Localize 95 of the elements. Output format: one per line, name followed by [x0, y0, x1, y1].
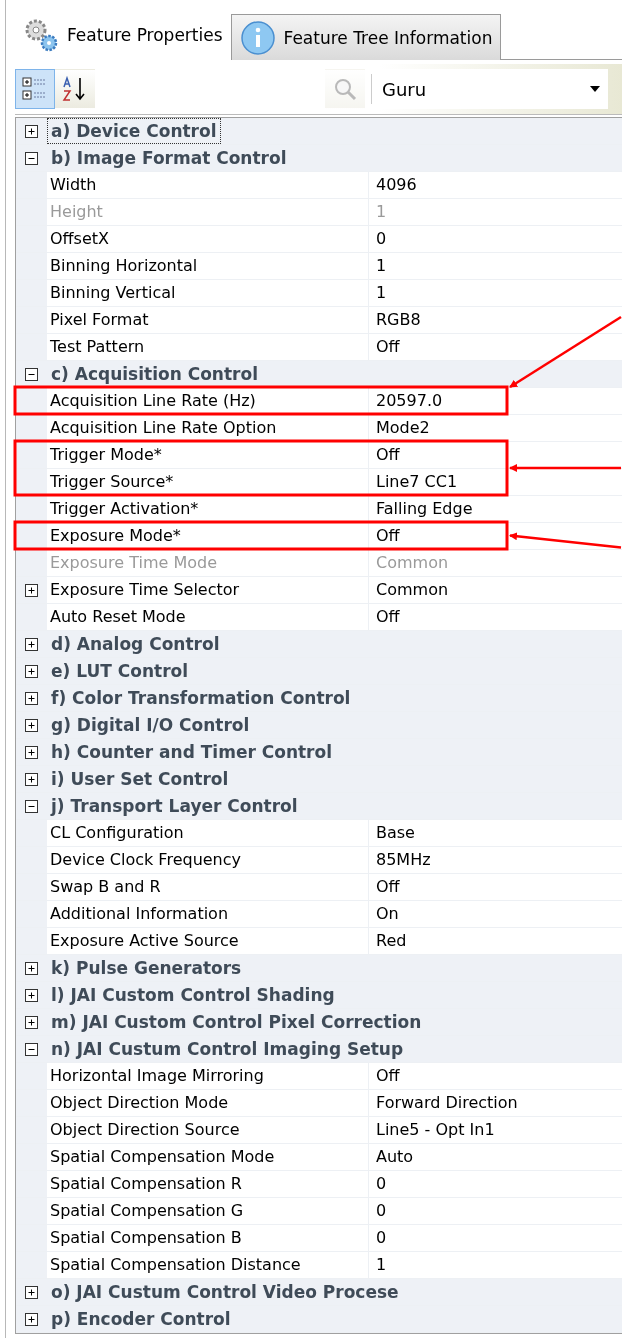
property-name: Acquisition Line Rate Option: [47, 415, 369, 441]
property-name: CL Configuration: [47, 820, 369, 846]
expand-toggle[interactable]: [25, 691, 38, 705]
property-name: Spatial Compensation Distance: [47, 1252, 369, 1278]
expand-toggle[interactable]: [25, 961, 38, 975]
property-name: Trigger Source*: [47, 469, 369, 495]
property-value[interactable]: 0: [369, 226, 387, 252]
info-icon: [239, 19, 276, 56]
property-name: Binning Horizontal: [47, 253, 369, 279]
property-value[interactable]: 20597.0: [369, 388, 443, 414]
property-value[interactable]: Falling Edge: [369, 496, 473, 522]
gear-icon: [23, 17, 59, 53]
category-label: m) JAI Custom Control Pixel Correction: [50, 1011, 423, 1034]
property-value[interactable]: Off: [369, 1063, 400, 1089]
property-name: Pixel Format: [47, 307, 369, 333]
property-value[interactable]: Forward Direction: [369, 1090, 518, 1116]
property-value[interactable]: Auto: [369, 1144, 414, 1170]
property-value[interactable]: 0: [369, 1225, 387, 1251]
property-value[interactable]: Red: [369, 928, 407, 954]
expand-toggle[interactable]: [25, 745, 38, 759]
property-value[interactable]: 0: [369, 1171, 387, 1197]
expand-toggle[interactable]: [25, 772, 38, 786]
property-name: Trigger Mode*: [47, 442, 369, 468]
property-name: Spatial Compensation B: [47, 1225, 369, 1251]
category-label: p) Encoder Control: [50, 1308, 232, 1331]
property-value[interactable]: 1: [369, 280, 387, 306]
category-label: g) Digital I/O Control: [50, 714, 251, 737]
property-value[interactable]: 0: [369, 1198, 387, 1224]
expand-toggle[interactable]: [25, 718, 38, 732]
property-name: Horizontal Image Mirroring: [47, 1063, 369, 1089]
property-name: Exposure Mode*: [47, 523, 369, 549]
property-name: Binning Vertical: [47, 280, 369, 306]
expand-toggle[interactable]: [25, 583, 38, 597]
property-value[interactable]: RGB8: [369, 307, 421, 333]
alphabetical-sort-button[interactable]: [55, 69, 95, 109]
property-name: Trigger Activation*: [47, 496, 369, 522]
category-label: b) Image Format Control: [50, 147, 288, 170]
category-label: a) Device Control: [47, 118, 221, 144]
property-name: Swap B and R: [47, 874, 369, 900]
property-value[interactable]: Off: [369, 523, 400, 549]
property-value[interactable]: Off: [369, 874, 400, 900]
property-name: Spatial Compensation Mode: [47, 1144, 369, 1170]
property-name: Acquisition Line Rate (Hz): [47, 388, 369, 414]
property-value[interactable]: Off: [369, 442, 400, 468]
expand-toggle[interactable]: [25, 637, 38, 651]
expand-toggle[interactable]: [25, 1312, 38, 1326]
property-value[interactable]: 85MHz: [369, 847, 431, 873]
category-label: f) Color Transformation Control: [50, 687, 352, 710]
category-label: c) Acquisition Control: [50, 363, 259, 386]
property-value[interactable]: Off: [369, 604, 400, 630]
collapse-toggle[interactable]: [25, 1042, 38, 1056]
search-icon: [332, 76, 358, 102]
expand-toggle[interactable]: [25, 1285, 38, 1299]
category-label: d) Analog Control: [50, 633, 221, 656]
category-label: n) JAI Custum Control Imaging Setup: [50, 1038, 405, 1061]
property-value[interactable]: 1: [369, 1252, 387, 1278]
property-name: Object Direction Mode: [47, 1090, 369, 1116]
category-label: h) Counter and Timer Control: [50, 741, 333, 764]
property-name: Exposure Time Selector: [47, 577, 369, 603]
property-value[interactable]: On: [369, 901, 399, 927]
expand-toggle[interactable]: [25, 664, 38, 678]
property-value[interactable]: Mode2: [369, 415, 430, 441]
property-value[interactable]: Line5 - Opt In1: [369, 1117, 495, 1143]
category-label: e) LUT Control: [50, 660, 190, 683]
property-name: Spatial Compensation G: [47, 1198, 369, 1224]
dropdown-caret-icon: [590, 86, 600, 92]
category-label: i) User Set Control: [50, 768, 230, 791]
property-value[interactable]: 4096: [369, 172, 417, 198]
expand-toggle[interactable]: [25, 124, 38, 138]
property-name: Object Direction Source: [47, 1117, 369, 1143]
property-name: Width: [47, 172, 369, 198]
property-value[interactable]: 1: [369, 253, 387, 279]
property-name: Spatial Compensation R: [47, 1171, 369, 1197]
collapse-toggle[interactable]: [25, 151, 38, 165]
expand-toggle[interactable]: [25, 1015, 38, 1029]
property-value[interactable]: Base: [369, 820, 415, 846]
property-name: Additional Information: [47, 901, 369, 927]
property-name: Height: [47, 199, 369, 225]
category-label: k) Pulse Generators: [50, 957, 243, 980]
collapse-toggle[interactable]: [25, 367, 38, 381]
category-label: j) Transport Layer Control: [49, 795, 299, 818]
property-name: Test Pattern: [47, 334, 369, 360]
property-value[interactable]: Line7 CC1: [369, 469, 458, 495]
property-name: Device Clock Frequency: [47, 847, 369, 873]
expand-toggle[interactable]: [25, 988, 38, 1002]
category-label: o) JAI Custum Control Video Procese: [50, 1281, 400, 1304]
property-value[interactable]: Off: [369, 334, 400, 360]
property-name: Exposure Time Mode: [47, 550, 369, 576]
property-name: OffsetX: [47, 226, 369, 252]
category-label: l) JAI Custom Control Shading: [50, 984, 336, 1007]
tab[interactable]: Feature Tree Information: [230, 14, 502, 60]
property-name: Auto Reset Mode: [47, 604, 369, 630]
property-value[interactable]: Common: [369, 577, 449, 603]
collapse-toggle[interactable]: [25, 799, 38, 813]
property-name: Exposure Active Source: [47, 928, 369, 954]
